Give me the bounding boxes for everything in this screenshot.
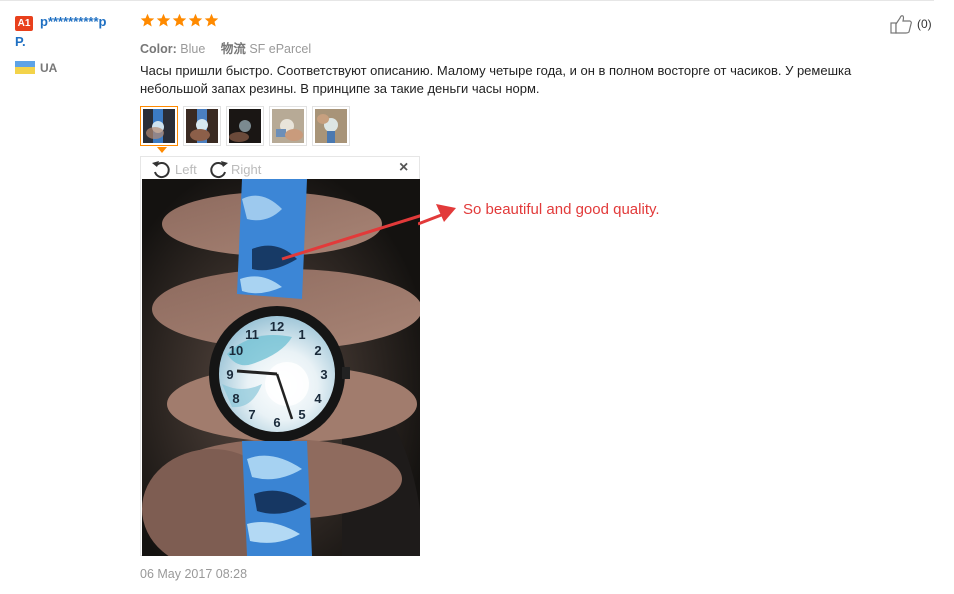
photo-annotation-text: So beautiful and good quality.	[463, 201, 660, 218]
photo-thumbnail-3[interactable]	[226, 106, 264, 146]
svg-text:2: 2	[314, 343, 321, 358]
photo-thumbnail-4[interactable]	[269, 106, 307, 146]
star-icon	[156, 13, 171, 27]
selected-thumbnail-indicator	[157, 147, 167, 153]
svg-text:7: 7	[248, 407, 255, 422]
attr-color-label: Color:	[140, 42, 177, 56]
attr-shipping-label: 物流	[220, 42, 246, 56]
user-level-badge: A1	[15, 16, 33, 31]
svg-text:3: 3	[320, 367, 327, 382]
order-attributes: Color: Blue 物流 SF eParcel	[140, 38, 311, 57]
user-name-line2[interactable]: P.	[15, 34, 26, 49]
review-photo-thumbnails	[140, 106, 350, 146]
rotate-left-icon	[152, 161, 170, 179]
annotation-arrow	[418, 204, 456, 226]
review-date: 06 May 2017 08:28	[140, 567, 248, 581]
rotate-right-label: Right	[231, 161, 262, 177]
review-photo: 12 1 2 3 4 5 6 7 8 9 10 11	[142, 179, 420, 556]
photo-thumbnail-1[interactable]	[140, 106, 178, 146]
star-icon	[204, 13, 219, 27]
thumbs-up-icon[interactable]	[890, 14, 914, 34]
svg-text:1: 1	[298, 327, 305, 342]
rotate-left-button[interactable]: Left	[151, 159, 197, 179]
rotate-right-button[interactable]: Right	[207, 159, 261, 179]
close-viewer-button[interactable]: ×	[399, 160, 408, 176]
review-text: Часы пришли быстро. Соответствуют описан…	[140, 63, 852, 96]
top-divider	[0, 0, 934, 1]
helpful-button[interactable]: (0)	[890, 14, 932, 34]
attr-shipping-value: SF eParcel	[249, 42, 312, 56]
photo-thumbnail-5[interactable]	[312, 106, 350, 146]
star-rating	[140, 13, 219, 28]
rotate-right-icon	[210, 161, 228, 179]
svg-text:9: 9	[226, 367, 233, 382]
user-name[interactable]: p**********p	[40, 14, 106, 29]
svg-text:6: 6	[273, 415, 280, 430]
rotate-left-label: Left	[175, 161, 197, 177]
star-icon	[140, 13, 155, 27]
svg-text:12: 12	[270, 319, 284, 334]
attr-color-value: Blue	[180, 42, 206, 56]
photo-viewer: Left Right × 12 1 2 3 4 5 6 7 8 9 10 11	[140, 156, 420, 556]
ukraine-flag-icon	[15, 61, 35, 74]
photo-thumbnail-2[interactable]	[183, 106, 221, 146]
svg-text:11: 11	[245, 327, 259, 342]
svg-text:8: 8	[232, 391, 239, 406]
svg-text:5: 5	[298, 407, 305, 422]
helpful-count: (0)	[917, 17, 932, 31]
svg-text:4: 4	[314, 391, 322, 406]
star-icon	[172, 13, 187, 27]
user-country: UA	[40, 61, 58, 75]
star-icon	[188, 13, 203, 27]
svg-text:10: 10	[229, 343, 243, 358]
